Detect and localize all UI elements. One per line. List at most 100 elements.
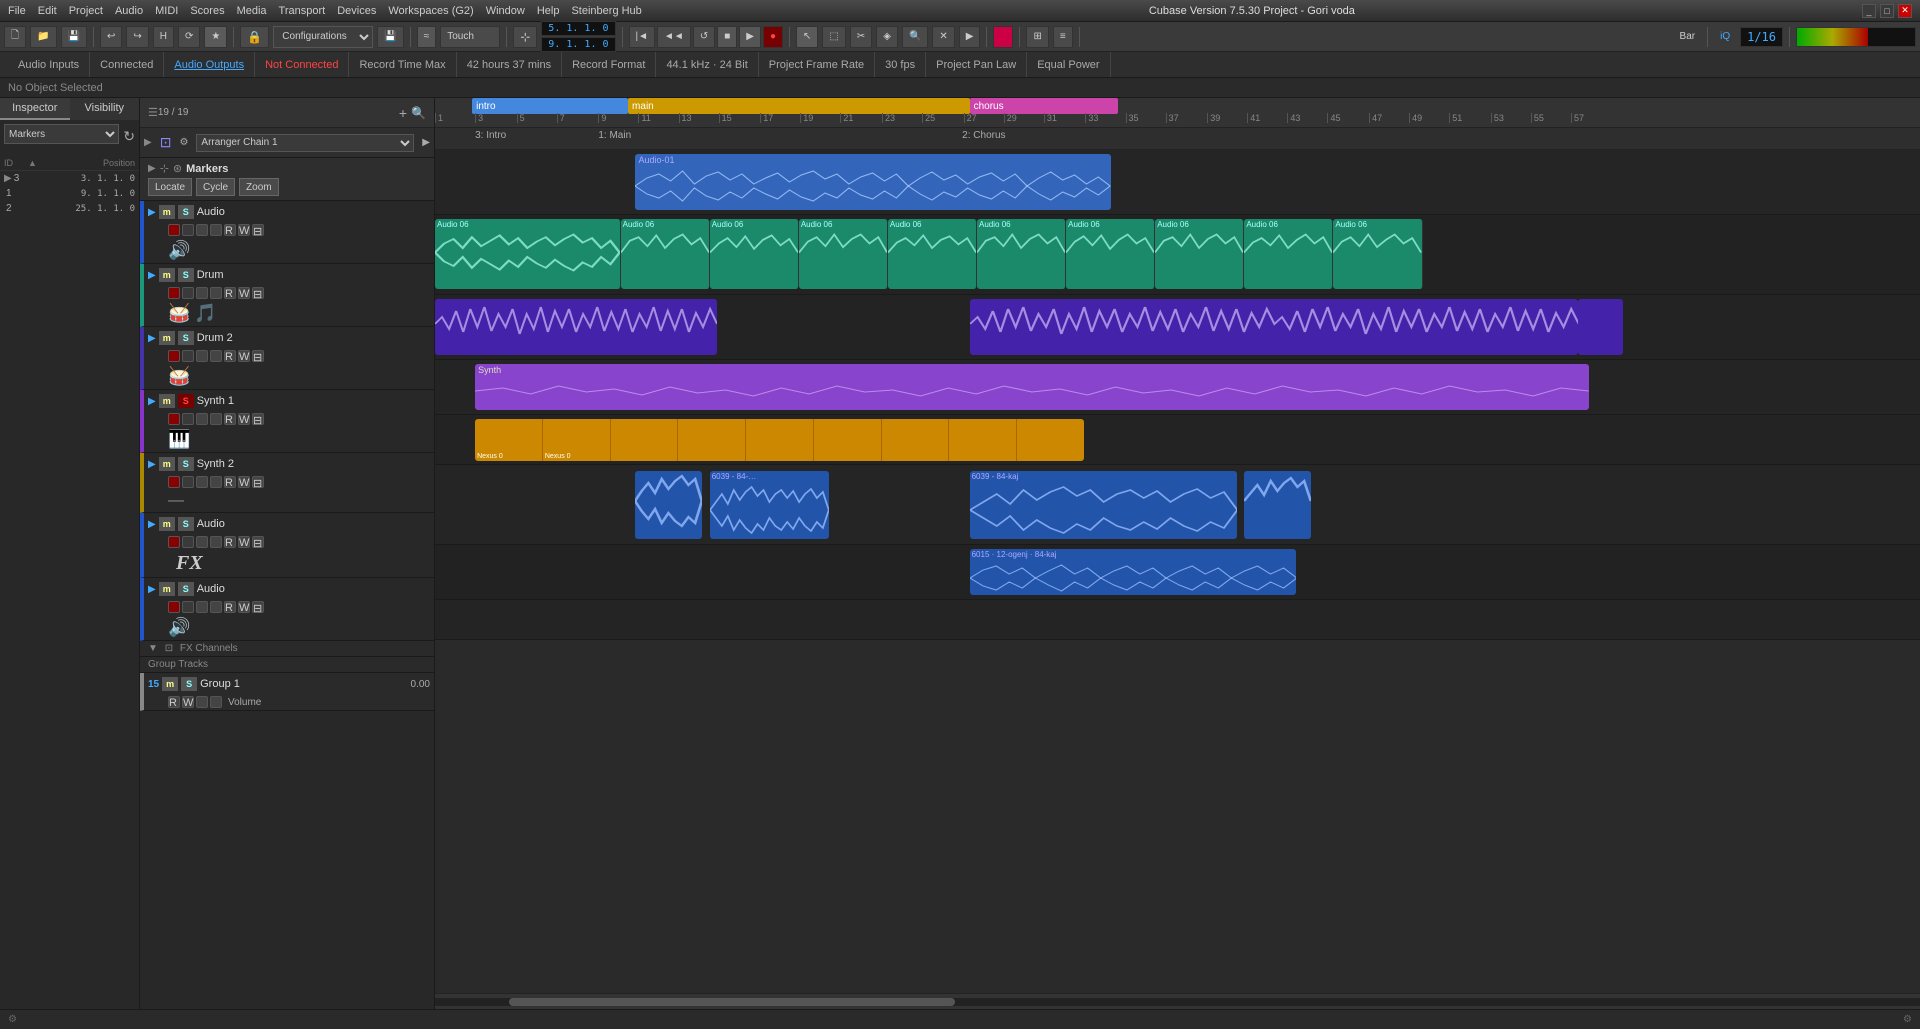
audio-track-1-expand[interactable]: ▶ [148,207,156,218]
cycle-button[interactable]: Cycle [196,178,235,196]
drum-clip-10[interactable]: Audio 06 [1333,219,1422,289]
scroll-thumb[interactable] [509,998,955,1006]
drum-clip-5[interactable]: Audio 06 [888,219,977,289]
drum-track-lane[interactable]: Audio 06 Audio 06 Audio 06 Audio 06 Audi… [435,215,1920,295]
drum2-q-btn[interactable]: ⊟ [252,350,264,362]
menu-project[interactable]: Project [69,5,103,17]
config-lock-button[interactable]: 🔒 [240,26,269,48]
markers-expand-arrow[interactable]: ▶ [148,163,156,174]
arranger-collapse-arrow[interactable]: ▶ [144,137,152,148]
audio-track-1-read-btn[interactable]: R [224,224,236,236]
audio2-rec-btn[interactable] [168,536,180,548]
audio2-mon-btn[interactable] [182,536,194,548]
audio3-w-btn[interactable]: W [238,601,250,613]
audio2-w-btn[interactable]: W [238,536,250,548]
snap-button[interactable]: ⊞ [1026,26,1048,48]
erase-tool-button[interactable]: ✕ [932,26,954,48]
audio-clip-small-1[interactable] [635,471,702,539]
loop-button[interactable]: ↺ [693,26,715,48]
audio-clip-small-3[interactable]: 6039 - 84-kaj [970,471,1237,539]
group-track-lane[interactable] [435,600,1920,640]
inspector-refresh-icon[interactable]: ↻ [123,128,135,145]
synth2-rec-btn[interactable] [168,476,180,488]
drum-r-btn[interactable]: R [224,287,236,299]
main-section-block[interactable]: main [628,98,970,114]
touch-indicator[interactable]: ≈ [417,26,437,48]
synth1-rec-btn[interactable] [168,413,180,425]
drum2-track-mute-button[interactable]: m [159,331,175,345]
marker-row-3[interactable]: ▶ 3 3. 1. 1. 0 [0,171,139,186]
drum2-rec-btn[interactable] [168,350,180,362]
menu-steinberg[interactable]: Steinberg Hub [571,5,641,17]
audio-track-1-record-btn[interactable] [168,224,180,236]
zoom-button[interactable]: Zoom [239,178,279,196]
audio-track-2-solo-button[interactable]: S [178,517,194,531]
drum2-clip-1[interactable] [435,299,717,355]
config-save-button[interactable]: 💾 [377,26,403,48]
menu-file[interactable]: File [8,5,26,17]
audio3-rec-btn[interactable] [168,601,180,613]
audio3-mon-btn[interactable] [182,601,194,613]
history-button[interactable]: H [153,26,174,48]
audio-track-1-mute-button[interactable]: m [159,205,175,219]
visibility-tab[interactable]: Visibility [70,98,140,120]
synth2-eq-btn[interactable] [196,476,208,488]
audio2-eq-btn[interactable] [196,536,208,548]
range-tool-button[interactable]: ⬚ [822,26,845,48]
locate-button[interactable]: Locate [148,178,192,196]
audio3-q-btn[interactable]: ⊟ [252,601,264,613]
synth2-track-solo-button[interactable]: S [178,457,194,471]
play-tool-button[interactable]: ▶ [959,26,981,48]
audio2-fx-btn[interactable] [210,536,222,548]
synth1-mon-btn[interactable] [182,413,194,425]
drum-track-solo-button[interactable]: S [178,268,194,282]
audio-track-3-lane[interactable]: 6015 · 12-ogenj · 84-kaj [435,545,1920,600]
track-search-button[interactable]: 🔍 [411,106,426,120]
audio-track-2-lane[interactable]: 6039 - 84-… 6039 - 84-kaj [435,465,1920,545]
marker-row-1[interactable]: 1 9. 1. 1. 0 [0,186,139,201]
arranger-play-button[interactable]: ▶ [422,137,430,148]
audio-track-3-expand[interactable]: ▶ [148,584,156,595]
synth2-fx-btn[interactable] [210,476,222,488]
inspector-tab[interactable]: Inspector [0,98,70,120]
drum-q-btn[interactable]: ⊟ [252,287,264,299]
intro-section-block[interactable]: intro [472,98,628,114]
synth1-fx-btn[interactable] [210,413,222,425]
audio3-eq-btn[interactable] [196,601,208,613]
synth1-track-solo-button[interactable]: S [178,394,194,408]
synth2-w-btn[interactable]: W [238,476,250,488]
rewind-button[interactable]: ◄◄ [657,26,691,48]
audio-track-1-write-btn[interactable]: W [238,224,250,236]
open-button[interactable]: 📁 [30,26,56,48]
audio-track-2-mute-button[interactable]: m [159,517,175,531]
bottom-clip-1[interactable]: 6015 · 12-ogenj · 84-kaj [970,549,1297,595]
cycle-button[interactable]: ⟳ [178,26,200,48]
drum-track-mute-button[interactable]: m [159,268,175,282]
horizontal-scrollbar[interactable] [435,993,1920,1009]
audio-track-1-lane[interactable]: Audio-01 [435,150,1920,215]
marker-row-2[interactable]: 2 25. 1. 1. 0 [0,201,139,216]
collapse-icon[interactable]: ☰ [148,106,158,119]
drum-clip-2[interactable]: Audio 06 [621,219,710,289]
drum-track-expand[interactable]: ▶ [148,270,156,281]
audio-track-1-q-btn[interactable]: ⊟ [252,224,264,236]
drum2-r-btn[interactable]: R [224,350,236,362]
marker-type-dropdown[interactable]: Markers [4,124,119,144]
synth2-r-btn[interactable]: R [224,476,236,488]
menu-edit[interactable]: Edit [38,5,57,17]
synth2-track-expand[interactable]: ▶ [148,459,156,470]
drum-clip-8[interactable]: Audio 06 [1155,219,1244,289]
audio-track-3-solo-button[interactable]: S [178,582,194,596]
redo-button[interactable]: ↪ [126,26,148,48]
menu-devices[interactable]: Devices [337,5,376,17]
synth2-track-lane[interactable]: Nexus 0 Nexus 0 [435,415,1920,465]
audio-clip-small-4[interactable] [1244,471,1311,539]
select-tool-button[interactable]: ↖ [796,26,818,48]
audio-track-1-eq-btn[interactable] [196,224,208,236]
audio-track-3-mute-button[interactable]: m [159,582,175,596]
connected-item[interactable]: Connected [90,52,164,77]
audio3-fx-btn[interactable] [210,601,222,613]
touch-mode-label[interactable]: Touch [440,26,500,48]
play-button[interactable]: ▶ [739,26,761,48]
window-controls[interactable]: _ □ ✕ [1862,4,1912,18]
